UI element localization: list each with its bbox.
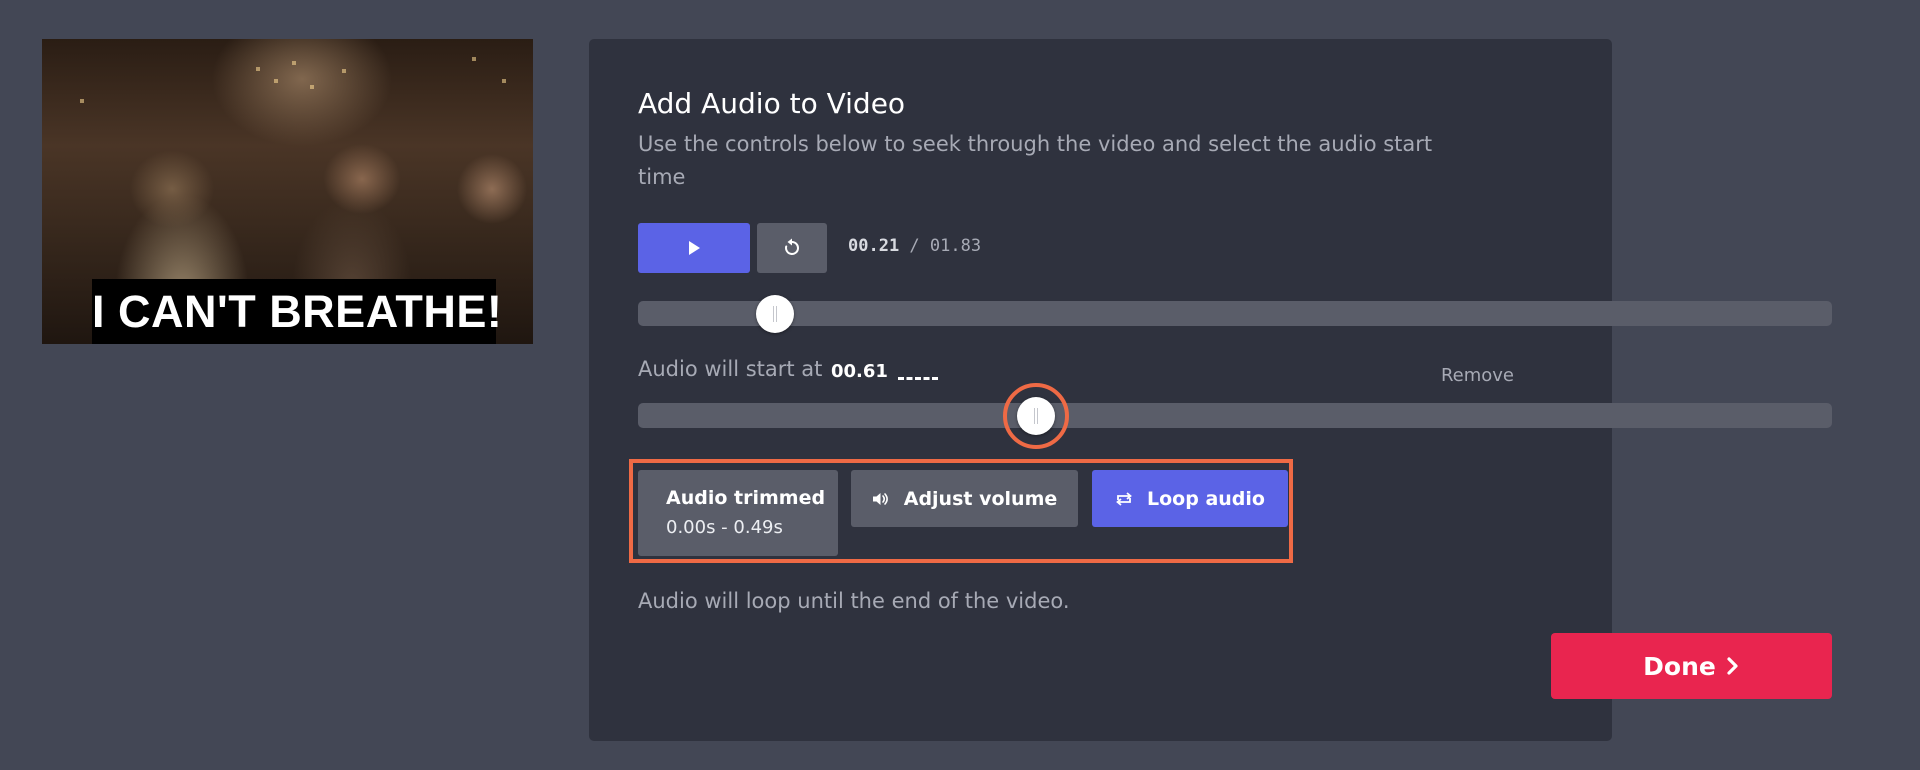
audio-start-handle[interactable] bbox=[1016, 396, 1055, 435]
speaker-icon bbox=[872, 491, 890, 507]
done-button[interactable]: Done bbox=[1551, 633, 1832, 699]
panel-title: Add Audio to Video bbox=[638, 87, 906, 120]
chevron-right-icon bbox=[1726, 656, 1740, 676]
video-preview: I CAN'T BREATHE! bbox=[42, 39, 533, 344]
loop-note: Audio will loop until the end of the vid… bbox=[638, 589, 1070, 613]
panel-description: Use the controls below to seek through t… bbox=[638, 132, 1433, 189]
timecode: 00.21 / 01.83 bbox=[848, 236, 981, 256]
loop-audio-label: Loop audio bbox=[1147, 487, 1265, 510]
loop-icon bbox=[1115, 491, 1133, 507]
video-seek-slider[interactable] bbox=[638, 294, 1832, 333]
audio-trimmed-label: Audio trimmed bbox=[666, 487, 826, 509]
current-time: 00.21 bbox=[848, 236, 900, 256]
remove-audio-button[interactable]: Remove bbox=[369, 365, 1612, 386]
page: I CAN'T BREATHE! Add Audio to Video Use … bbox=[0, 0, 1920, 770]
replay-icon bbox=[785, 238, 799, 255]
duration: 01.83 bbox=[929, 236, 982, 256]
adjust-volume-label: Adjust volume bbox=[903, 487, 1058, 510]
play-icon bbox=[689, 241, 700, 255]
adjust-volume-button[interactable]: Adjust volume bbox=[851, 470, 1078, 527]
replay-button[interactable] bbox=[757, 223, 827, 273]
audio-trimmed-button[interactable]: Audio trimmed 0.00s - 0.49s bbox=[638, 470, 838, 556]
add-audio-panel: Add Audio to Video Use the controls belo… bbox=[589, 39, 1832, 741]
time-separator: / bbox=[899, 236, 930, 256]
loop-audio-button[interactable]: Loop audio bbox=[1092, 470, 1288, 527]
play-button[interactable] bbox=[638, 223, 750, 273]
audio-trimmed-range: 0.00s - 0.49s bbox=[666, 517, 783, 538]
done-label: Done bbox=[1643, 651, 1716, 681]
remove-label: Remove bbox=[1440, 365, 1514, 386]
video-seek-handle[interactable] bbox=[756, 294, 795, 333]
audio-start-slider[interactable] bbox=[638, 382, 1832, 449]
video-caption: I CAN'T BREATHE! bbox=[92, 279, 502, 344]
